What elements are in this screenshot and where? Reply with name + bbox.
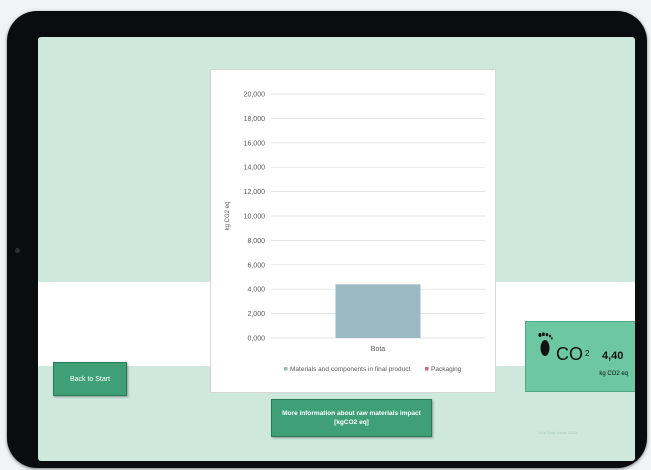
more-info-button[interactable]: More information about raw materials imp… bbox=[271, 399, 432, 437]
legend-label: Materials and components in final produc… bbox=[290, 366, 411, 373]
y-tick-label: 16,000 bbox=[244, 140, 266, 147]
legend-swatch bbox=[284, 367, 288, 371]
y-tick-label: 2,000 bbox=[247, 311, 265, 318]
y-tick-label: 18,000 bbox=[244, 116, 266, 123]
y-tick-label: 10,000 bbox=[244, 214, 266, 221]
y-axis-title: kg CO2 eq bbox=[225, 202, 231, 231]
co2-total-card: CO 2 4,40 kg CO2 eq bbox=[525, 321, 635, 392]
emissions-chart: 0,000 2,000 4,000 6,000 8,000 10,000 12,000 14,… bbox=[225, 92, 485, 373]
x-tick-label: Bota bbox=[371, 346, 386, 353]
chart-panel: 0,000 2,000 4,000 6,000 8,000 10,000 12,000 14,… bbox=[210, 69, 496, 393]
app-screen: 0,000 2,000 4,000 6,000 8,000 10,000 12,000 14,… bbox=[38, 37, 635, 461]
back-to-start-button[interactable]: Back to Start bbox=[53, 362, 127, 396]
y-tick-label: 0,000 bbox=[247, 336, 265, 343]
y-tick-label: 20,000 bbox=[244, 92, 266, 99]
tablet-frame: 0,000 2,000 4,000 6,000 8,000 10,000 12,000 14,… bbox=[7, 11, 647, 468]
footprint-icon bbox=[538, 332, 553, 356]
y-tick-label: 4,000 bbox=[247, 287, 265, 294]
legend-swatch bbox=[425, 367, 429, 371]
watermark-text: Sole Bota Haute 2023 bbox=[538, 430, 578, 435]
y-tick-label: 8,000 bbox=[247, 238, 265, 245]
y-tick-label: 14,000 bbox=[244, 165, 266, 172]
y-tick-label: 6,000 bbox=[247, 262, 265, 269]
co2-unit: kg CO2 eq bbox=[599, 371, 628, 377]
co2-value: 4,40 bbox=[602, 350, 624, 362]
co2-label: CO 2 bbox=[556, 344, 590, 364]
legend-label: Packaging bbox=[431, 366, 462, 373]
y-tick-label: 12,000 bbox=[244, 189, 266, 196]
co2-subscript: 2 bbox=[585, 349, 590, 358]
bar bbox=[335, 284, 421, 338]
camera-dot bbox=[15, 248, 20, 253]
